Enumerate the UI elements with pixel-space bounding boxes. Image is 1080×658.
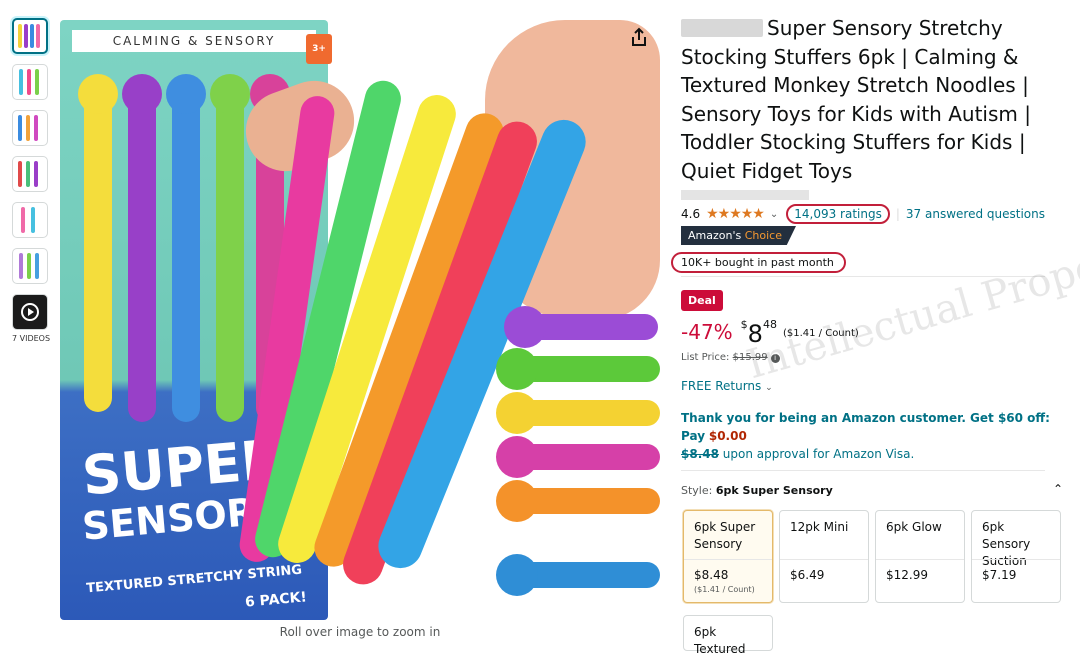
free-returns-link[interactable]: FREE Returns ⌄ <box>681 379 773 393</box>
style-option-6pk-glow[interactable]: 6pk Glow $12.99 <box>875 510 965 603</box>
magenta-tube <box>496 436 660 478</box>
green-tube <box>496 348 660 390</box>
rating-value: 4.6 <box>681 207 701 221</box>
answered-questions-link[interactable]: 37 answered questions <box>906 207 1045 221</box>
product-title: Super Sensory Stretchy Stocking Stuffers… <box>681 16 1031 183</box>
thumbnail-3[interactable] <box>12 110 48 146</box>
yellow-tube <box>496 392 660 434</box>
ratings-count-link[interactable]: 14,093 ratings <box>786 204 890 224</box>
price-row: -47% $848 ($1.41 / Count) <box>681 318 859 348</box>
divider: | <box>895 207 900 221</box>
style-option-6pk-super-sensory[interactable]: 6pk Super Sensory $8.48 ($1.41 / Count) <box>683 510 773 603</box>
chevron-up-icon[interactable]: ⌃ <box>1053 482 1063 496</box>
style-option-12pk-mini[interactable]: 12pk Mini $6.49 <box>779 510 869 603</box>
zoom-hint: Roll over image to zoom in <box>279 625 441 639</box>
age-badge: 3+ <box>306 34 332 64</box>
box-banner: CALMING & SENSORY <box>72 30 316 52</box>
section-divider <box>681 470 1045 471</box>
style-label: Style: 6pk Super Sensory <box>681 484 833 497</box>
blue-tube <box>496 554 660 596</box>
blurred-brand <box>681 19 763 37</box>
thumbnail-4[interactable] <box>12 156 48 192</box>
blurred-store-link[interactable] <box>681 190 809 200</box>
share-icon[interactable] <box>628 26 650 48</box>
amazons-choice-badge[interactable]: Amazon's Choice <box>681 226 796 245</box>
chevron-down-icon[interactable]: ⌄ <box>770 209 778 220</box>
play-icon <box>21 303 39 321</box>
star-rating-icon[interactable]: ★★★★★ <box>706 206 765 222</box>
style-option-6pk-sensory-suction[interactable]: 6pk Sensory Suction $7.19 <box>971 510 1061 603</box>
thumbnail-5[interactable] <box>12 202 48 238</box>
chevron-down-icon: ⌄ <box>765 383 773 393</box>
section-divider <box>681 276 1045 277</box>
box-pack-label: 6 PACK! <box>244 589 308 611</box>
bought-in-past-month: 10K+ bought in past month <box>671 252 846 273</box>
purple-tube <box>504 306 658 348</box>
info-icon[interactable]: i <box>770 354 780 363</box>
videos-count-label: 7 VIDEOS <box>12 334 51 343</box>
thumbnail-6[interactable] <box>12 248 48 284</box>
thumbnail-2[interactable] <box>12 64 48 100</box>
box-subtitle: TEXTURED STRETCHY STRING <box>85 562 303 597</box>
thumbnail-video[interactable] <box>12 294 48 330</box>
price-per-count: ($1.41 / Count) <box>782 328 859 339</box>
list-price: List Price: $15.99 i <box>681 352 780 363</box>
discount-percent: -47% <box>681 320 733 344</box>
main-product-image[interactable]: CALMING & SENSORY SUPER SENSORY TEXTURED… <box>60 14 660 622</box>
product-details: Super Sensory Stretchy Stocking Stuffers… <box>671 14 1063 656</box>
orange-tube <box>496 480 660 522</box>
visa-offer[interactable]: Thank you for being an Amazon customer. … <box>681 409 1065 463</box>
thumbnail-1[interactable] <box>12 18 48 54</box>
price: $848 <box>740 318 777 348</box>
thumbnail-list: 7 VIDEOS <box>12 18 50 343</box>
rating-row: 4.6 ★★★★★ ⌄ 14,093 ratings | 37 answered… <box>681 204 1045 224</box>
deal-badge: Deal <box>681 290 723 311</box>
style-option-6pk-textured[interactable]: 6pk Textured <box>683 615 773 656</box>
